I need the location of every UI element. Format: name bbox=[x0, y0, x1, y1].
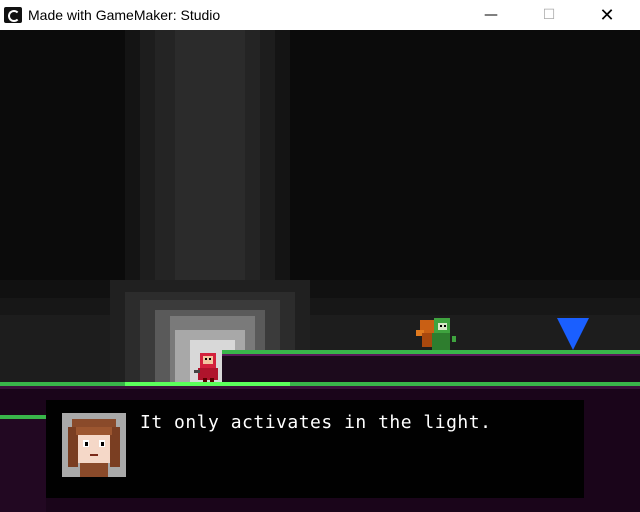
minimize-button[interactable]: — bbox=[468, 0, 514, 30]
window-title: Made with GameMaker: Studio bbox=[28, 7, 221, 23]
gamemaker-icon bbox=[4, 7, 22, 23]
game-viewport[interactable]: It only activates in the light. bbox=[0, 30, 640, 512]
dialog-text: It only activates in the light. bbox=[140, 412, 492, 433]
upper-platform bbox=[222, 350, 640, 382]
title-bar: Made with GameMaker: Studio — ☐ ✕ bbox=[0, 0, 640, 31]
close-button[interactable]: ✕ bbox=[584, 0, 630, 30]
speaker-portrait bbox=[62, 413, 126, 477]
dialog-box[interactable]: It only activates in the light. bbox=[46, 400, 584, 498]
girl-portrait-icon bbox=[62, 413, 126, 477]
maximize-button[interactable]: ☐ bbox=[526, 0, 572, 30]
blue-down-triangle-icon bbox=[557, 318, 589, 350]
npc-characters bbox=[416, 318, 456, 350]
game-window: Made with GameMaker: Studio — ☐ ✕ It onl… bbox=[0, 0, 640, 512]
